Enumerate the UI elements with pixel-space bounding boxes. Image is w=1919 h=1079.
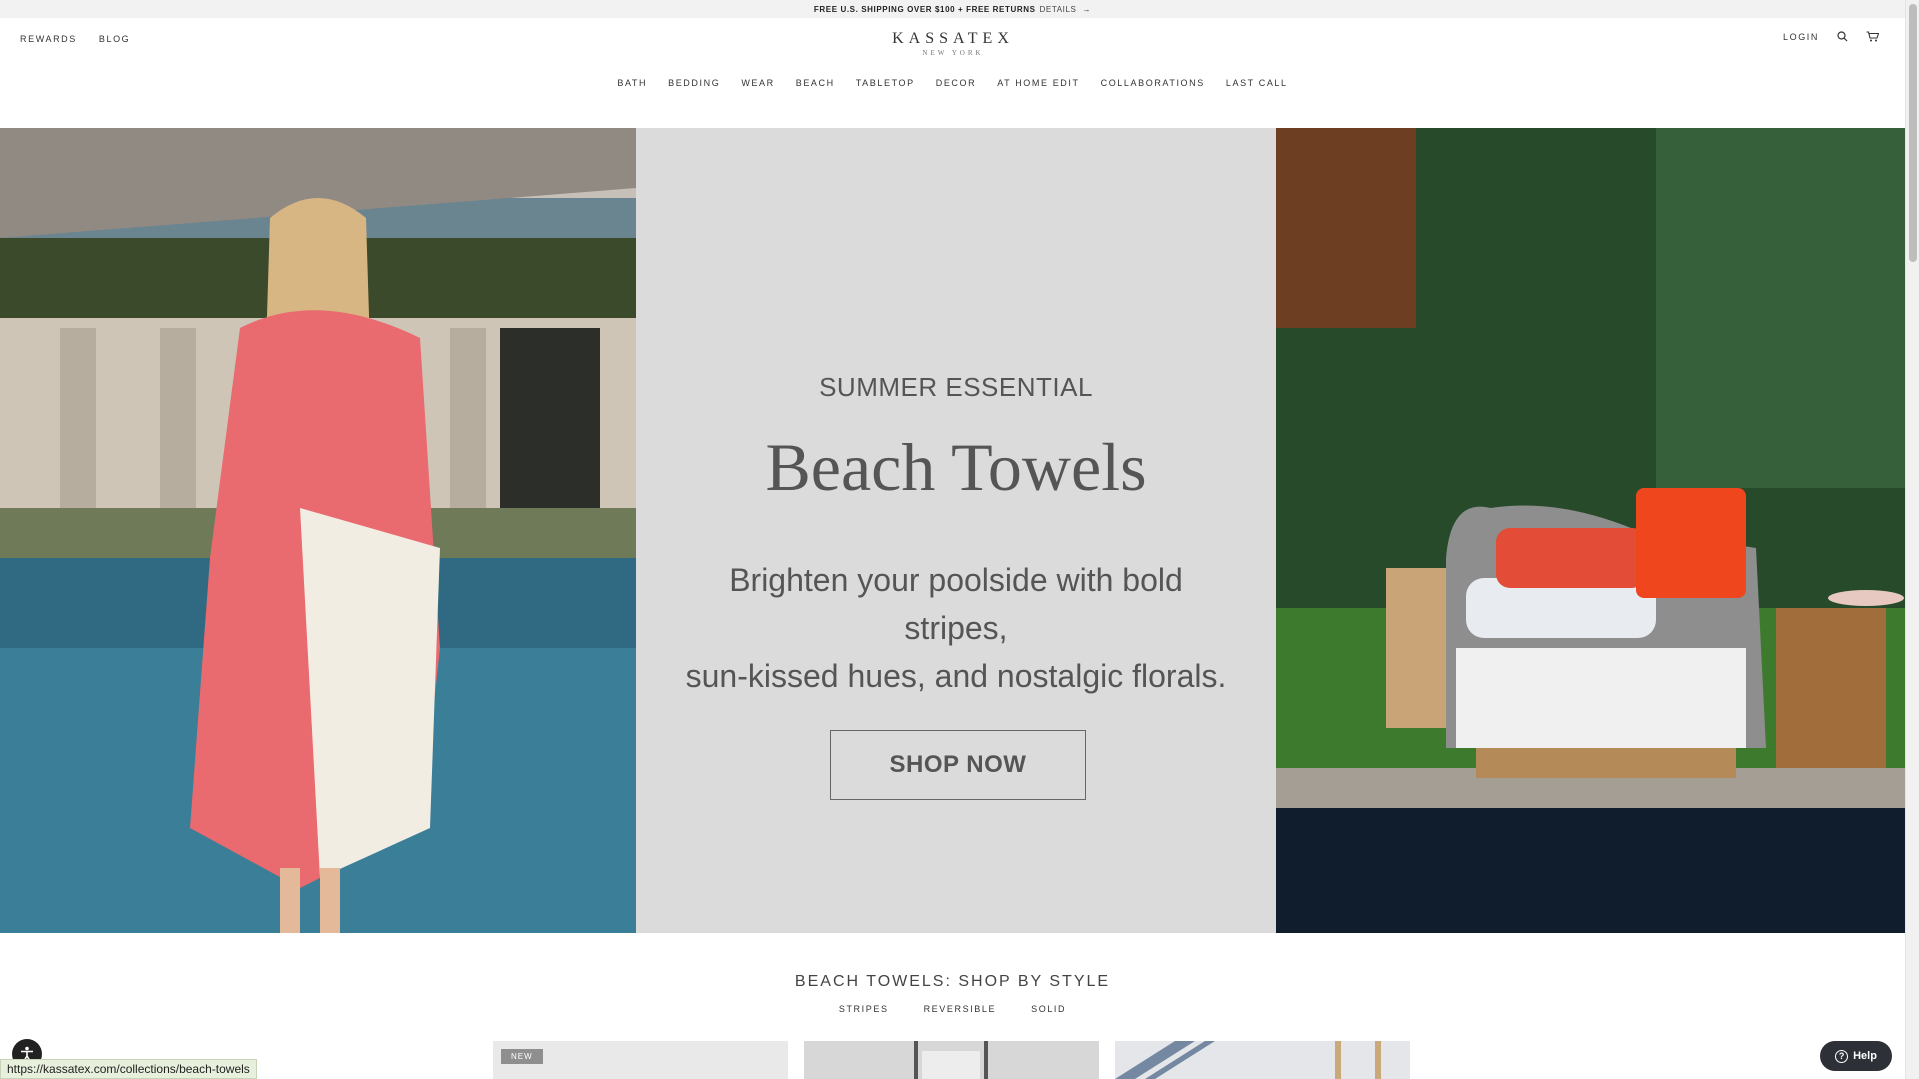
utility-nav-left: REWARDS BLOG — [20, 34, 130, 44]
main-nav: BATH BEDDING WEAR BEACH TABLETOP DECOR A… — [0, 78, 1905, 88]
utility-nav-right: LOGIN — [1783, 31, 1879, 42]
shop-by-style-tabs: STRIPES REVERSIBLE SOLID — [0, 1004, 1905, 1014]
help-icon: ? — [1835, 1049, 1849, 1063]
shop-by-style-title: BEACH TOWELS: SHOP BY STYLE — [794, 973, 1111, 990]
nav-item-beach[interactable]: BEACH — [796, 78, 835, 88]
hero-banner[interactable]: SUMMER ESSENTIAL Beach Towels Brighten y… — [0, 128, 1905, 933]
nav-item-at-home-edit[interactable]: AT HOME EDIT — [997, 78, 1079, 88]
arrow-right-icon: → — [1082, 4, 1092, 14]
logo-brand: KASSATEX — [892, 30, 1014, 47]
hero-text-panel: SUMMER ESSENTIAL Beach Towels Brighten y… — [636, 128, 1276, 933]
announcement-text: FREE U.S. SHIPPING OVER $100 + FREE RETU… — [813, 4, 1036, 14]
hero-image-woman-towel[interactable] — [0, 128, 636, 933]
product-cards: NEW — [493, 1041, 1410, 1079]
page-scrollbar[interactable] — [1905, 0, 1919, 1079]
scrollbar-thumb[interactable] — [1909, 4, 1917, 262]
hero-subtitle-line2: sun-kissed hues, and nostalgic florals. — [685, 658, 1227, 694]
status-bar-url: https://kassatex.com/collections/beach-t… — [0, 1059, 257, 1079]
blog-link[interactable]: BLOG — [99, 34, 130, 44]
new-badge: NEW — [501, 1049, 543, 1064]
nav-item-tabletop[interactable]: TABLETOP — [856, 78, 915, 88]
logo-city: NEW YORK — [922, 49, 984, 57]
tab-stripes[interactable]: STRIPES — [839, 1004, 889, 1014]
help-label: Help — [1853, 1050, 1877, 1062]
nav-item-collaborations[interactable]: COLLABORATIONS — [1101, 78, 1205, 88]
login-link[interactable]: LOGIN — [1783, 32, 1819, 42]
hero-subtitle: Brighten your poolside with bold stripes… — [676, 556, 1236, 700]
product-card[interactable]: NEW — [493, 1041, 788, 1079]
nav-item-bath[interactable]: BATH — [617, 78, 647, 88]
tab-solid[interactable]: SOLID — [1031, 1004, 1066, 1014]
hero-subtitle-line1: Brighten your poolside with bold stripes… — [729, 562, 1183, 646]
product-card[interactable] — [804, 1041, 1099, 1079]
hero-eyebrow: SUMMER ESSENTIAL — [819, 372, 1093, 402]
cart-icon[interactable] — [1866, 31, 1879, 42]
announcement-details-link[interactable]: DETAILS — [1040, 5, 1077, 14]
brand-logo[interactable]: KASSATEX NEW YORK — [886, 30, 1020, 57]
nav-item-last-call[interactable]: LAST CALL — [1226, 78, 1288, 88]
search-icon[interactable] — [1837, 31, 1848, 42]
product-card[interactable] — [1115, 1041, 1410, 1079]
rewards-link[interactable]: REWARDS — [20, 34, 77, 44]
shop-now-button[interactable]: SHOP NOW — [830, 730, 1086, 800]
hero-image-poolside-chair[interactable] — [1276, 128, 1905, 933]
hero-headline: Beach Towels — [765, 429, 1147, 505]
help-button[interactable]: ? Help — [1820, 1041, 1892, 1071]
nav-item-decor[interactable]: DECOR — [936, 78, 977, 88]
nav-item-bedding[interactable]: BEDDING — [668, 78, 720, 88]
tab-reversible[interactable]: REVERSIBLE — [924, 1004, 997, 1014]
nav-item-wear[interactable]: WEAR — [741, 78, 774, 88]
announcement-bar[interactable]: FREE U.S. SHIPPING OVER $100 + FREE RETU… — [0, 0, 1905, 18]
